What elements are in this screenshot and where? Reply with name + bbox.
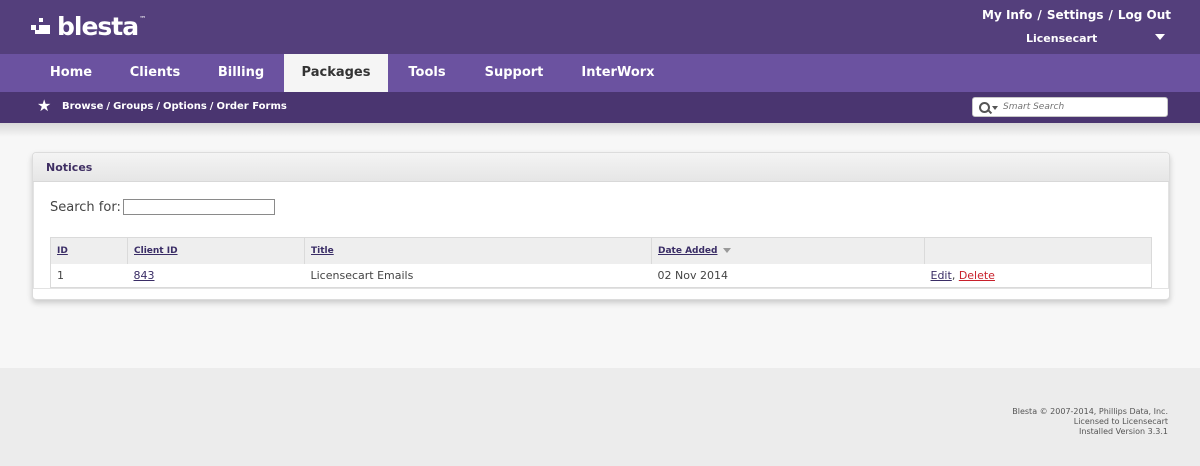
delete-link[interactable]: Delete	[959, 269, 995, 282]
trademark: ™	[139, 14, 147, 23]
sort-desc-icon	[723, 248, 732, 253]
tab-support[interactable]: Support	[468, 54, 560, 92]
footer: Blesta © 2007-2014, Phillips Data, Inc. …	[1012, 407, 1168, 437]
tab-packages[interactable]: Packages	[284, 54, 388, 92]
client-id-link[interactable]: 843	[134, 269, 155, 282]
tab-tools[interactable]: Tools	[390, 54, 464, 92]
tab-home[interactable]: Home	[31, 54, 111, 92]
col-date-added-label: Date Added	[658, 246, 718, 256]
notices-panel: Notices Search for: ID Client ID Title D…	[32, 152, 1170, 300]
footer-license: Licensed to Licensecart	[1073, 417, 1168, 426]
cell-id: 1	[57, 269, 64, 282]
breadcrumb: Browse / Groups / Options / Order Forms	[62, 101, 287, 112]
top-link-separator: /	[1108, 8, 1113, 22]
search-icon[interactable]	[979, 102, 990, 113]
account-name[interactable]: Licensecart	[1026, 32, 1097, 45]
table-header-row: ID Client ID Title Date Added	[50, 237, 1152, 264]
account-dropdown-icon[interactable]	[1155, 34, 1165, 40]
panel-body: Search for: ID Client ID Title Date Adde…	[33, 182, 1169, 289]
edit-link[interactable]: Edit	[931, 269, 952, 282]
subnav-separator: /	[209, 101, 214, 112]
panel-header: Notices	[33, 153, 1169, 182]
col-actions	[924, 237, 1152, 264]
top-link-separator: /	[1037, 8, 1042, 22]
cell-client-id: 843	[128, 264, 305, 288]
top-header: blesta ™ My Info / Settings / Log Out Licens…	[0, 0, 1200, 54]
action-separator: ,	[951, 269, 956, 282]
tab-billing[interactable]: Billing	[199, 54, 283, 92]
tab-clients[interactable]: Clients	[113, 54, 197, 92]
subnav-separator: /	[106, 101, 111, 112]
my-info-link[interactable]: My Info	[982, 8, 1032, 22]
cell-title: Licensecart Emails	[310, 269, 414, 282]
blesta-logo[interactable]: blesta ™	[31, 12, 146, 41]
star-icon[interactable]: ★	[37, 98, 51, 114]
top-links: My Info / Settings / Log Out	[982, 8, 1171, 22]
notices-table: ID Client ID Title Date Added 1 843 Lice…	[50, 237, 1152, 288]
cell-actions: Edit, Delete	[925, 264, 1152, 288]
search-dropdown-icon[interactable]	[992, 106, 998, 110]
col-title[interactable]: Title	[304, 237, 652, 264]
smart-search-input[interactable]	[1003, 100, 1161, 114]
blesta-logo-icon	[31, 17, 53, 37]
smart-search-box[interactable]	[972, 97, 1168, 117]
footer-copyright: Blesta © 2007-2014, Phillips Data, Inc.	[1012, 407, 1168, 416]
main-nav: Home Clients Billing Packages Tools Supp…	[0, 54, 1200, 92]
log-out-link[interactable]: Log Out	[1118, 8, 1171, 22]
table-row: 1 843 Licensecart Emails 02 Nov 2014 Edi…	[51, 264, 1152, 288]
footer-version: Installed Version 3.3.1	[1079, 427, 1168, 436]
search-for-label: Search for:	[50, 200, 121, 215]
brand-name: blesta	[57, 12, 139, 41]
subnav-order-forms-link[interactable]: Order Forms	[216, 101, 286, 112]
subnav-options-link[interactable]: Options	[163, 101, 207, 112]
tab-interworx[interactable]: InterWorx	[566, 54, 670, 92]
col-client-id[interactable]: Client ID	[127, 237, 305, 264]
cell-date-added: 02 Nov 2014	[657, 269, 728, 282]
subnav-groups-link[interactable]: Groups	[113, 101, 153, 112]
notices-search-input[interactable]	[123, 199, 275, 215]
subnav-separator: /	[156, 101, 160, 112]
col-date-added[interactable]: Date Added	[651, 237, 925, 264]
settings-link[interactable]: Settings	[1047, 8, 1104, 22]
subnav-browse-link[interactable]: Browse	[62, 101, 103, 112]
panel-title: Notices	[46, 161, 93, 174]
col-id[interactable]: ID	[50, 237, 128, 264]
